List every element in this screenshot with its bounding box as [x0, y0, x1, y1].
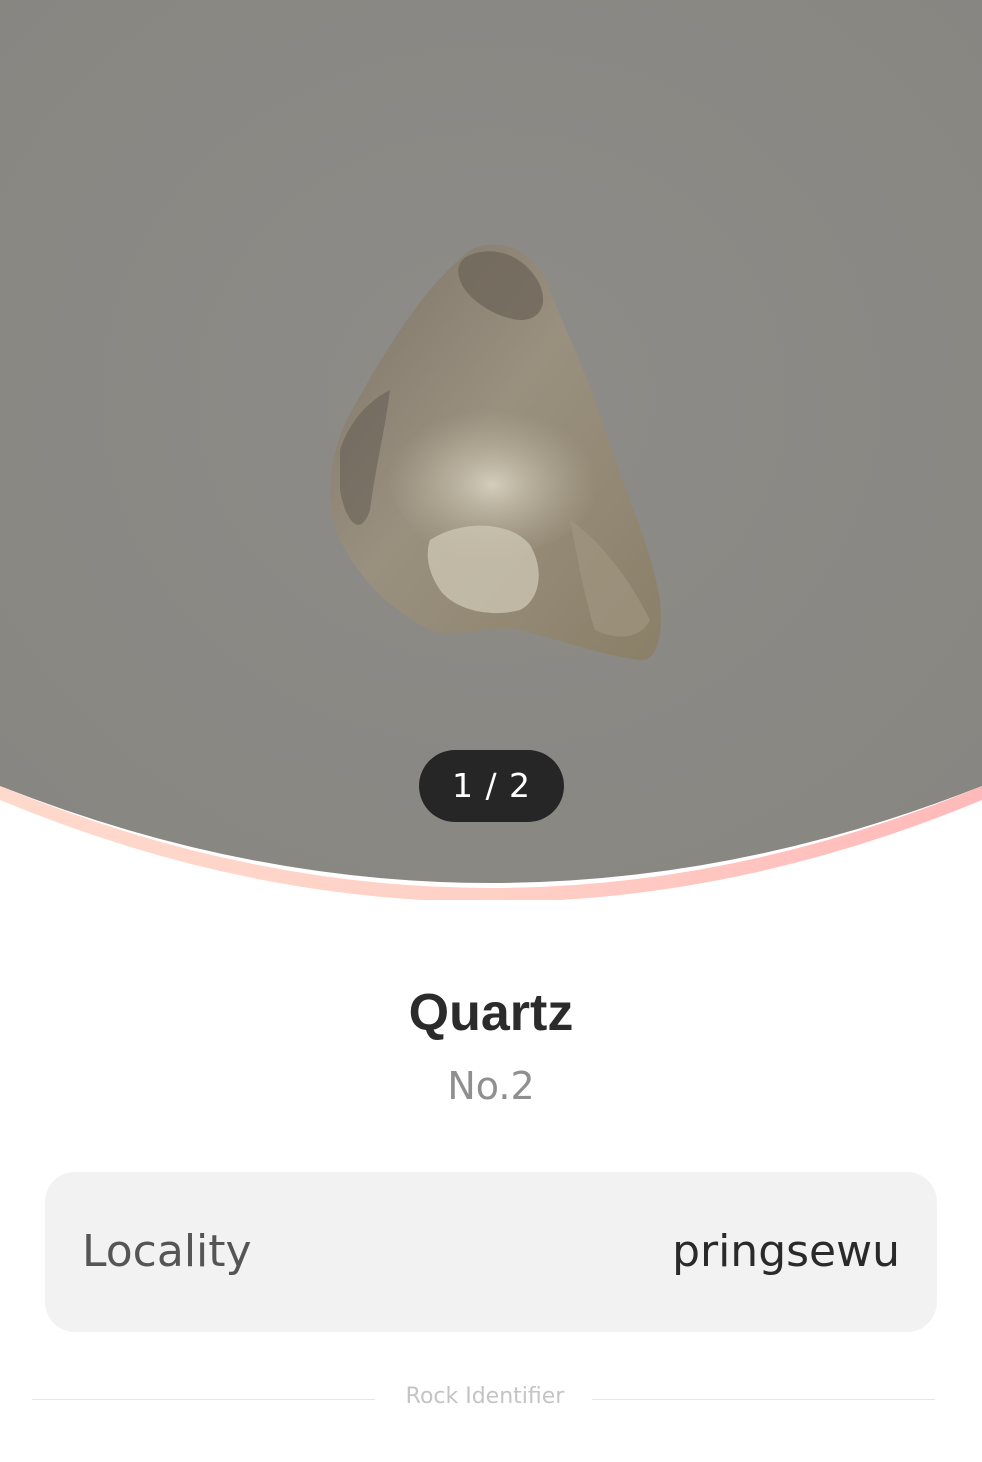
specimen-name: Quartz	[408, 984, 574, 1042]
photo-page-indicator: 1 / 2	[419, 750, 564, 822]
specimen-number: No.2	[447, 1064, 535, 1108]
locality-value: pringsewu	[672, 1226, 900, 1277]
locality-detail-row: Locality pringsewu	[45, 1172, 937, 1332]
footer-branding: Rock Identifier	[405, 1384, 565, 1409]
footer-divider-right	[592, 1399, 935, 1400]
locality-label: Locality	[82, 1226, 252, 1277]
specimen-photo-carousel[interactable]: 1 / 2	[0, 0, 982, 900]
